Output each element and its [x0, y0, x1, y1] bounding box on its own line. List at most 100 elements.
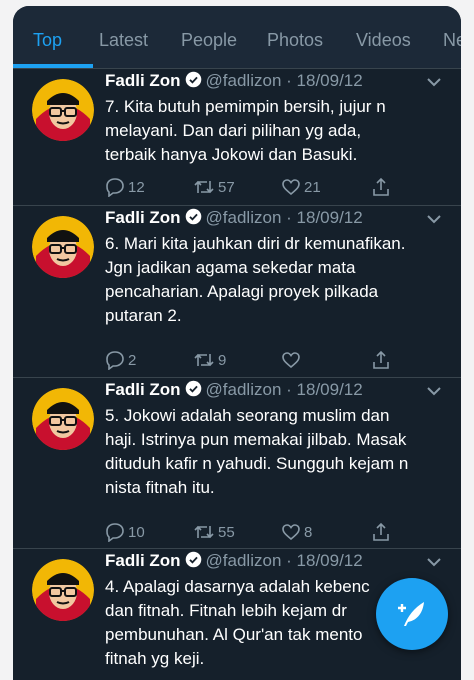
like-count: 21	[304, 178, 321, 196]
tweet[interactable]: Fadli Zon @fadlizon · 18/09/12 6. Mari ki…	[13, 206, 461, 378]
tweet-text-line: putaran 2.	[105, 306, 182, 325]
tweet-actions: 2 9	[105, 348, 405, 372]
verified-badge-icon	[185, 551, 201, 568]
tweet-date: 18/09/12	[296, 208, 363, 227]
retweet-icon	[194, 180, 214, 194]
tweet-text-line: 7. Kita butuh pemimpin bersih, jujur n	[105, 97, 386, 116]
tab-top[interactable]: Top	[33, 30, 62, 51]
active-tab-indicator	[13, 64, 93, 68]
tweet-actions: 10 55 8	[105, 520, 405, 544]
avatar[interactable]	[32, 216, 94, 278]
author-name[interactable]: Fadli Zon	[105, 551, 181, 570]
author-handle[interactable]: @fadlizon	[206, 380, 282, 399]
heart-icon	[282, 179, 300, 196]
retweet-count: 57	[218, 178, 235, 196]
retweet-icon	[194, 353, 214, 367]
tweet-date: 18/09/12	[296, 380, 363, 399]
avatar[interactable]	[32, 79, 94, 141]
compose-tweet-icon	[398, 602, 424, 626]
retweet-count: 55	[218, 523, 235, 541]
verified-badge-icon	[185, 380, 201, 397]
tab-news[interactable]: Ne	[443, 30, 461, 51]
like-button[interactable]: 21	[281, 175, 321, 199]
avatar[interactable]	[32, 388, 94, 450]
tweet-header: Fadli Zon @fadlizon · 18/09/12	[105, 551, 363, 575]
avatar-image	[32, 216, 94, 278]
tab-photos[interactable]: Photos	[267, 30, 323, 51]
share-button[interactable]	[371, 348, 391, 372]
tweet-text-line: dituduh kafir n yahudi. Sungguh kejam n	[105, 454, 409, 473]
tweet[interactable]: Fadli Zon @fadlizon · 18/09/12 5. Jokowi …	[13, 378, 461, 549]
tweet-header: Fadli Zon @fadlizon · 18/09/12	[105, 208, 363, 232]
share-button[interactable]	[371, 520, 391, 544]
like-button[interactable]: 8	[281, 520, 312, 544]
tweet-date: 18/09/12	[296, 551, 363, 570]
like-count: 8	[304, 523, 313, 541]
tweet-text: 6. Mari kita jauhkan diri dr kemunafikan…	[105, 232, 445, 328]
reply-icon	[106, 351, 124, 370]
chevron-down-icon[interactable]	[425, 73, 443, 91]
avatar-image	[32, 559, 94, 621]
reply-count: 2	[128, 351, 137, 369]
share-icon	[373, 350, 389, 369]
chevron-down-icon[interactable]	[425, 553, 443, 571]
author-handle[interactable]: @fadlizon	[206, 551, 282, 570]
heart-icon	[282, 352, 300, 369]
reply-button[interactable]: 10	[105, 520, 145, 544]
twitter-app: Top Latest People Photos Videos Ne Fadli…	[13, 6, 461, 680]
retweet-icon	[194, 525, 214, 539]
verified-badge-icon	[185, 71, 201, 88]
avatar-image	[32, 79, 94, 141]
compose-tweet-button[interactable]	[376, 578, 448, 650]
author-handle[interactable]: @fadlizon	[206, 71, 282, 90]
like-button[interactable]	[281, 348, 304, 372]
heart-icon	[282, 524, 300, 541]
reply-button[interactable]: 12	[105, 175, 145, 199]
share-icon	[373, 177, 389, 196]
tweet-text: 5. Jokowi adalah seorang muslim dan haji…	[105, 404, 445, 500]
tweet-text-line: 5. Jokowi adalah seorang muslim dan	[105, 406, 390, 425]
reply-button[interactable]: 2	[105, 348, 136, 372]
chevron-down-icon[interactable]	[425, 210, 443, 228]
tweet-text-line: haji. Istrinya pun memakai jilbab. Masak	[105, 430, 407, 449]
tweet-text-line: fitnah yg keji.	[105, 649, 205, 668]
author-handle[interactable]: @fadlizon	[206, 208, 282, 227]
verified-badge-icon	[185, 208, 201, 225]
retweet-count: 9	[218, 351, 227, 369]
tab-people[interactable]: People	[181, 30, 237, 51]
author-name[interactable]: Fadli Zon	[105, 380, 181, 399]
reply-count: 12	[128, 178, 145, 196]
tweet-actions: 12 57 21	[105, 175, 405, 199]
tweet-text-line: nista fitnah itu.	[105, 478, 215, 497]
tweet-header: Fadli Zon @fadlizon · 18/09/12	[105, 71, 363, 95]
separator: ·	[286, 380, 292, 399]
tab-latest[interactable]: Latest	[99, 30, 148, 51]
tweet-text-line: pencaharian. Apalagi proyek pilkada	[105, 282, 379, 301]
reply-count: 10	[128, 523, 145, 541]
separator: ·	[286, 71, 292, 90]
avatar-image	[32, 388, 94, 450]
tab-videos[interactable]: Videos	[356, 30, 411, 51]
retweet-button[interactable]: 57	[193, 175, 235, 199]
share-icon	[373, 522, 389, 541]
tweet-text-line: terbaik hanya Jokowi dan Basuki.	[105, 145, 358, 164]
tweet-date: 18/09/12	[296, 71, 363, 90]
tweet[interactable]: Fadli Zon @fadlizon · 18/09/12 7. Kita bu…	[13, 69, 461, 206]
author-name[interactable]: Fadli Zon	[105, 71, 181, 90]
tweet-header: Fadli Zon @fadlizon · 18/09/12	[105, 380, 363, 404]
author-name[interactable]: Fadli Zon	[105, 208, 181, 227]
tweet-text: 7. Kita butuh pemimpin bersih, jujur n m…	[105, 95, 445, 167]
retweet-button[interactable]: 9	[193, 348, 226, 372]
avatar[interactable]	[32, 559, 94, 621]
search-tabs: Top Latest People Photos Videos Ne	[13, 6, 461, 69]
retweet-button[interactable]: 55	[193, 520, 235, 544]
separator: ·	[286, 208, 292, 227]
tweet-text-line: 6. Mari kita jauhkan diri dr kemunafikan…	[105, 234, 406, 253]
tweet-text-line: Jgn jadikan agama sekedar mata	[105, 258, 356, 277]
reply-icon	[106, 523, 124, 542]
reply-icon	[106, 178, 124, 197]
share-button[interactable]	[371, 175, 391, 199]
chevron-down-icon[interactable]	[425, 382, 443, 400]
tweet-text-line: melayani. Dan dari pilihan yg ada,	[105, 121, 362, 140]
separator: ·	[286, 551, 292, 570]
